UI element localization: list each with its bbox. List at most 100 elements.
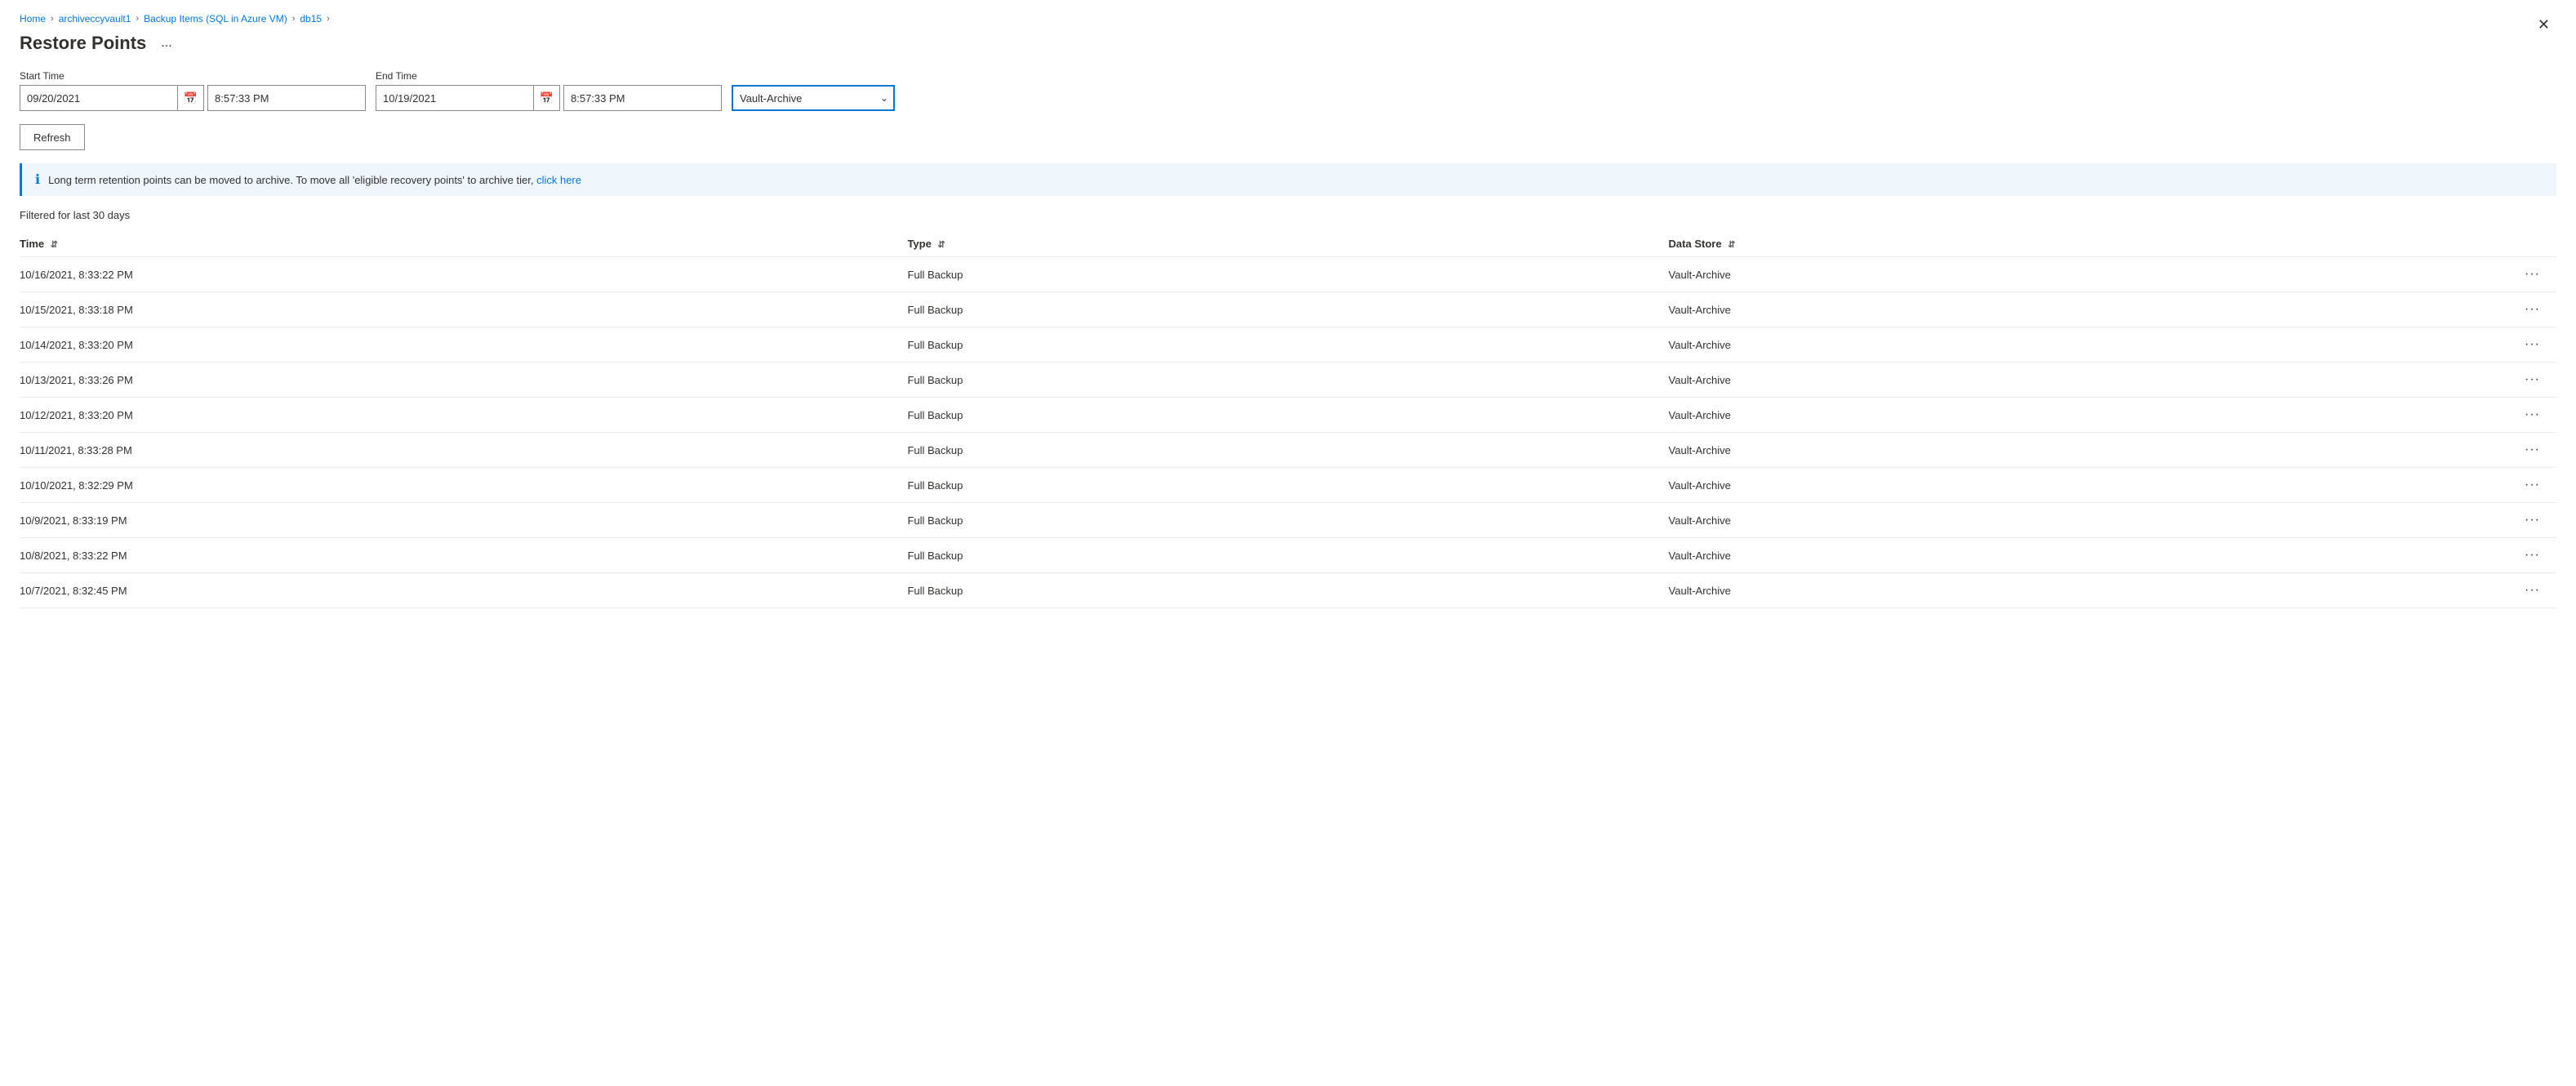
row-actions-button[interactable]: ··· [2518, 371, 2547, 389]
cell-time: 10/14/2021, 8:33:20 PM [20, 327, 907, 363]
row-actions-button[interactable]: ··· [2518, 511, 2547, 529]
breadcrumb-home[interactable]: Home [20, 13, 46, 24]
cell-time: 10/10/2021, 8:32:29 PM [20, 468, 907, 503]
row-actions-button[interactable]: ··· [2518, 265, 2547, 283]
cell-time: 10/13/2021, 8:33:26 PM [20, 363, 907, 398]
filters-row: Start Time 📅 End Time 📅 DS [20, 70, 2556, 111]
more-button[interactable]: ... [156, 34, 176, 52]
start-calendar-button[interactable]: 📅 [178, 85, 204, 111]
cell-actions: ··· [2430, 433, 2556, 468]
table-row: 10/16/2021, 8:33:22 PMFull BackupVault-A… [20, 257, 2556, 292]
page-wrapper: Home › archiveccyvault1 › Backup Items (… [0, 0, 2576, 1086]
datastore-select[interactable]: Vault-Archive Vault-Standard Snapshot [732, 85, 895, 111]
cell-actions: ··· [2430, 398, 2556, 433]
cell-datastore: Vault-Archive [1669, 538, 2430, 573]
cell-datastore: Vault-Archive [1669, 327, 2430, 363]
page-header: Restore Points ... [20, 33, 2556, 54]
start-time-input[interactable] [207, 85, 366, 111]
table-row: 10/9/2021, 8:33:19 PMFull BackupVault-Ar… [20, 503, 2556, 538]
end-time-input-group: 📅 [376, 85, 722, 111]
breadcrumb-sep-2: › [136, 14, 139, 24]
cell-datastore: Vault-Archive [1669, 433, 2430, 468]
start-date-input[interactable] [20, 85, 178, 111]
sort-icon-time: ⇵ [51, 239, 58, 250]
info-banner: ℹ Long term retention points can be move… [20, 163, 2556, 196]
refresh-button[interactable]: Refresh [20, 124, 85, 150]
end-time-label: End Time [376, 70, 722, 82]
cell-datastore: Vault-Archive [1669, 398, 2430, 433]
info-banner-text-before: Long term retention points can be moved … [48, 174, 533, 186]
table-row: 10/13/2021, 8:33:26 PMFull BackupVault-A… [20, 363, 2556, 398]
cell-datastore: Vault-Archive [1669, 363, 2430, 398]
row-actions-button[interactable]: ··· [2518, 300, 2547, 318]
row-actions-button[interactable]: ··· [2518, 476, 2547, 494]
table-row: 10/10/2021, 8:32:29 PMFull BackupVault-A… [20, 468, 2556, 503]
cell-actions: ··· [2430, 257, 2556, 292]
row-actions-button[interactable]: ··· [2518, 581, 2547, 599]
breadcrumb: Home › archiveccyvault1 › Backup Items (… [20, 13, 2556, 24]
cell-type: Full Backup [907, 363, 1668, 398]
page-title: Restore Points [20, 33, 146, 54]
breadcrumb-sep-3: › [292, 14, 296, 24]
cell-datastore: Vault-Archive [1669, 257, 2430, 292]
table-header-row: Time ⇵ Type ⇵ Data Store ⇵ [20, 231, 2556, 257]
cell-actions: ··· [2430, 363, 2556, 398]
sort-icon-datastore: ⇵ [1728, 239, 1735, 250]
info-banner-link[interactable]: click here [536, 174, 581, 186]
info-icon: ℹ [35, 171, 40, 188]
cell-actions: ··· [2430, 468, 2556, 503]
row-actions-button[interactable]: ··· [2518, 406, 2547, 424]
row-actions-button[interactable]: ··· [2518, 336, 2547, 354]
cell-time: 10/12/2021, 8:33:20 PM [20, 398, 907, 433]
cell-time: 10/9/2021, 8:33:19 PM [20, 503, 907, 538]
end-time-group: End Time 📅 [376, 70, 722, 111]
table-row: 10/15/2021, 8:33:18 PMFull BackupVault-A… [20, 292, 2556, 327]
start-time-input-group: 📅 [20, 85, 366, 111]
col-datastore-label: Data Store [1669, 238, 1722, 250]
col-header-type[interactable]: Type ⇵ [907, 231, 1668, 257]
cell-type: Full Backup [907, 503, 1668, 538]
cell-datastore: Vault-Archive [1669, 573, 2430, 608]
cell-type: Full Backup [907, 433, 1668, 468]
cell-actions: ··· [2430, 292, 2556, 327]
calendar-icon-end: 📅 [540, 91, 554, 105]
breadcrumb-vault[interactable]: archiveccyvault1 [59, 13, 131, 24]
cell-type: Full Backup [907, 573, 1668, 608]
start-time-label: Start Time [20, 70, 366, 82]
cell-type: Full Backup [907, 327, 1668, 363]
cell-datastore: Vault-Archive [1669, 468, 2430, 503]
cell-type: Full Backup [907, 257, 1668, 292]
breadcrumb-backup-items[interactable]: Backup Items (SQL in Azure VM) [144, 13, 287, 24]
cell-type: Full Backup [907, 398, 1668, 433]
col-time-label: Time [20, 238, 44, 250]
row-actions-button[interactable]: ··· [2518, 546, 2547, 564]
breadcrumb-db15[interactable]: db15 [300, 13, 322, 24]
table-row: 10/12/2021, 8:33:20 PMFull BackupVault-A… [20, 398, 2556, 433]
cell-time: 10/11/2021, 8:33:28 PM [20, 433, 907, 468]
start-time-group: Start Time 📅 [20, 70, 366, 111]
cell-datastore: Vault-Archive [1669, 503, 2430, 538]
restore-points-table: Time ⇵ Type ⇵ Data Store ⇵ 10/16/2021, 8… [20, 231, 2556, 608]
table-row: 10/7/2021, 8:32:45 PMFull BackupVault-Ar… [20, 573, 2556, 608]
table-header: Time ⇵ Type ⇵ Data Store ⇵ [20, 231, 2556, 257]
cell-time: 10/7/2021, 8:32:45 PM [20, 573, 907, 608]
close-button[interactable]: ✕ [2531, 13, 2556, 37]
filter-info-text: Filtered for last 30 days [20, 209, 2556, 221]
table-row: 10/8/2021, 8:33:22 PMFull BackupVault-Ar… [20, 538, 2556, 573]
calendar-icon: 📅 [184, 91, 198, 105]
cell-actions: ··· [2430, 538, 2556, 573]
breadcrumb-sep-4: › [327, 14, 330, 24]
sort-icon-type: ⇵ [937, 239, 945, 250]
col-type-label: Type [907, 238, 931, 250]
end-time-input[interactable] [563, 85, 722, 111]
breadcrumb-sep-1: › [51, 14, 54, 24]
cell-actions: ··· [2430, 503, 2556, 538]
col-header-time[interactable]: Time ⇵ [20, 231, 907, 257]
cell-type: Full Backup [907, 468, 1668, 503]
cell-actions: ··· [2430, 573, 2556, 608]
end-calendar-button[interactable]: 📅 [534, 85, 560, 111]
col-header-datastore[interactable]: Data Store ⇵ [1669, 231, 2430, 257]
cell-type: Full Backup [907, 538, 1668, 573]
end-date-input[interactable] [376, 85, 534, 111]
row-actions-button[interactable]: ··· [2518, 441, 2547, 459]
